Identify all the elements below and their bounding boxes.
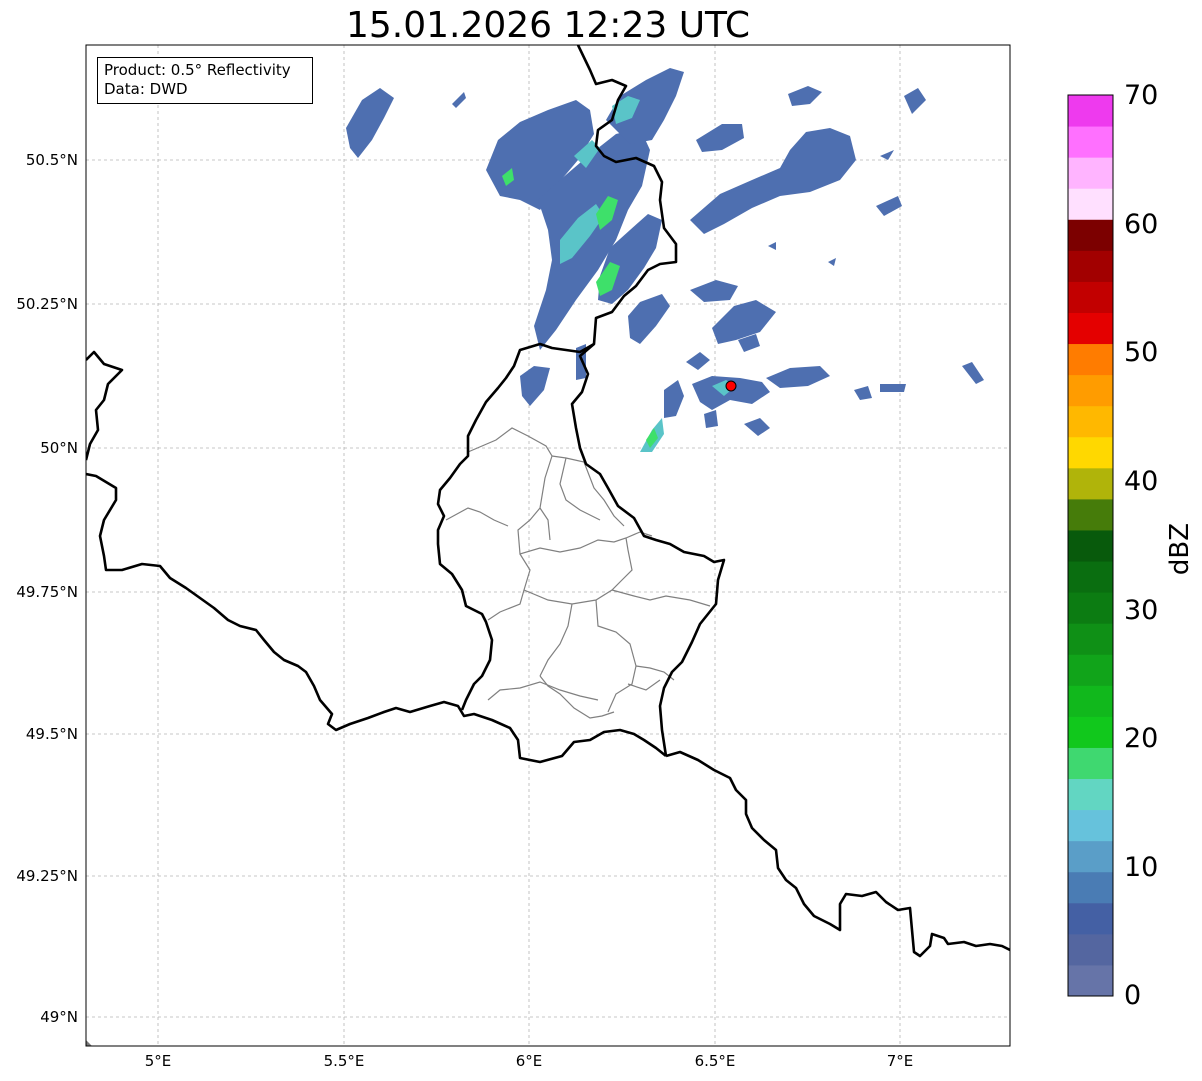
colorbar-segment [1068, 840, 1113, 873]
lon-tick-label: 7°E [886, 1052, 914, 1070]
radar-echoes [346, 68, 984, 452]
colorbar-label: dBZ [1165, 522, 1195, 576]
lon-tick-label: 6.5°E [694, 1052, 736, 1070]
colorbar-segment [1068, 157, 1113, 189]
colorbar-segment [1068, 126, 1113, 158]
colorbar [1068, 95, 1113, 997]
colorbar-segment [1068, 778, 1113, 811]
colorbar-segment [1068, 436, 1113, 469]
colorbar-segment [1068, 592, 1113, 624]
colorbar-tick-label: 30 [1124, 595, 1159, 626]
colorbar-segment [1068, 188, 1113, 220]
colorbar-segment [1068, 498, 1113, 531]
colorbar-tick-label: 70 [1124, 80, 1159, 111]
colorbar-segment [1068, 312, 1113, 345]
lon-tick-label: 5.5°E [323, 1052, 365, 1070]
map-corner-glyph [86, 1040, 92, 1046]
lat-tick-label: 50.5°N [25, 151, 78, 169]
lon-tick-label: 5°E [144, 1052, 172, 1070]
colorbar-segment [1068, 281, 1113, 313]
radar-map [85, 44, 1114, 1047]
colorbar-segment [1068, 716, 1113, 748]
colorbar-segment [1068, 654, 1113, 686]
colorbar-tick-label: 50 [1124, 337, 1159, 368]
colorbar-segment [1068, 561, 1113, 593]
colorbar-segment [1068, 933, 1113, 966]
product-info-box: Product: 0.5° Reflectivity Data: DWD [97, 57, 313, 104]
colorbar-segment [1068, 95, 1113, 127]
colorbar-tick-label: 20 [1124, 723, 1159, 754]
colorbar-segment [1068, 871, 1113, 904]
lon-tick-label: 6°E [515, 1052, 543, 1070]
colorbar-tick-label: 60 [1124, 209, 1159, 240]
lat-tick-label: 49.75°N [16, 583, 78, 601]
colorbar-tick-label: 0 [1124, 980, 1142, 1011]
colorbar-segment [1068, 405, 1113, 438]
colorbar-tick-label: 40 [1124, 466, 1159, 497]
colorbar-segment [1068, 250, 1113, 282]
radar-site-marker[interactable] [725, 380, 737, 392]
lat-tick-label: 50°N [40, 439, 78, 457]
colorbar-segment [1068, 529, 1113, 562]
colorbar-segment [1068, 902, 1113, 935]
lat-tick-label: 49°N [40, 1008, 78, 1026]
colorbar-segment [1068, 343, 1113, 376]
colorbar-tick-label: 10 [1124, 852, 1159, 883]
colorbar-segment [1068, 374, 1113, 407]
colorbar-segment [1068, 685, 1113, 717]
colorbar-segment [1068, 964, 1113, 997]
colorbar-segment [1068, 809, 1113, 842]
product-label: Product: 0.5° Reflectivity [104, 61, 291, 79]
lat-tick-label: 49.5°N [25, 725, 78, 743]
colorbar-segment [1068, 219, 1113, 251]
data-source-label: Data: DWD [104, 80, 188, 98]
colorbar-segment [1068, 623, 1113, 655]
colorbar-segment [1068, 747, 1113, 780]
lat-tick-label: 49.25°N [16, 867, 78, 885]
lat-tick-label: 50.25°N [16, 295, 78, 313]
colorbar-segment [1068, 467, 1113, 500]
